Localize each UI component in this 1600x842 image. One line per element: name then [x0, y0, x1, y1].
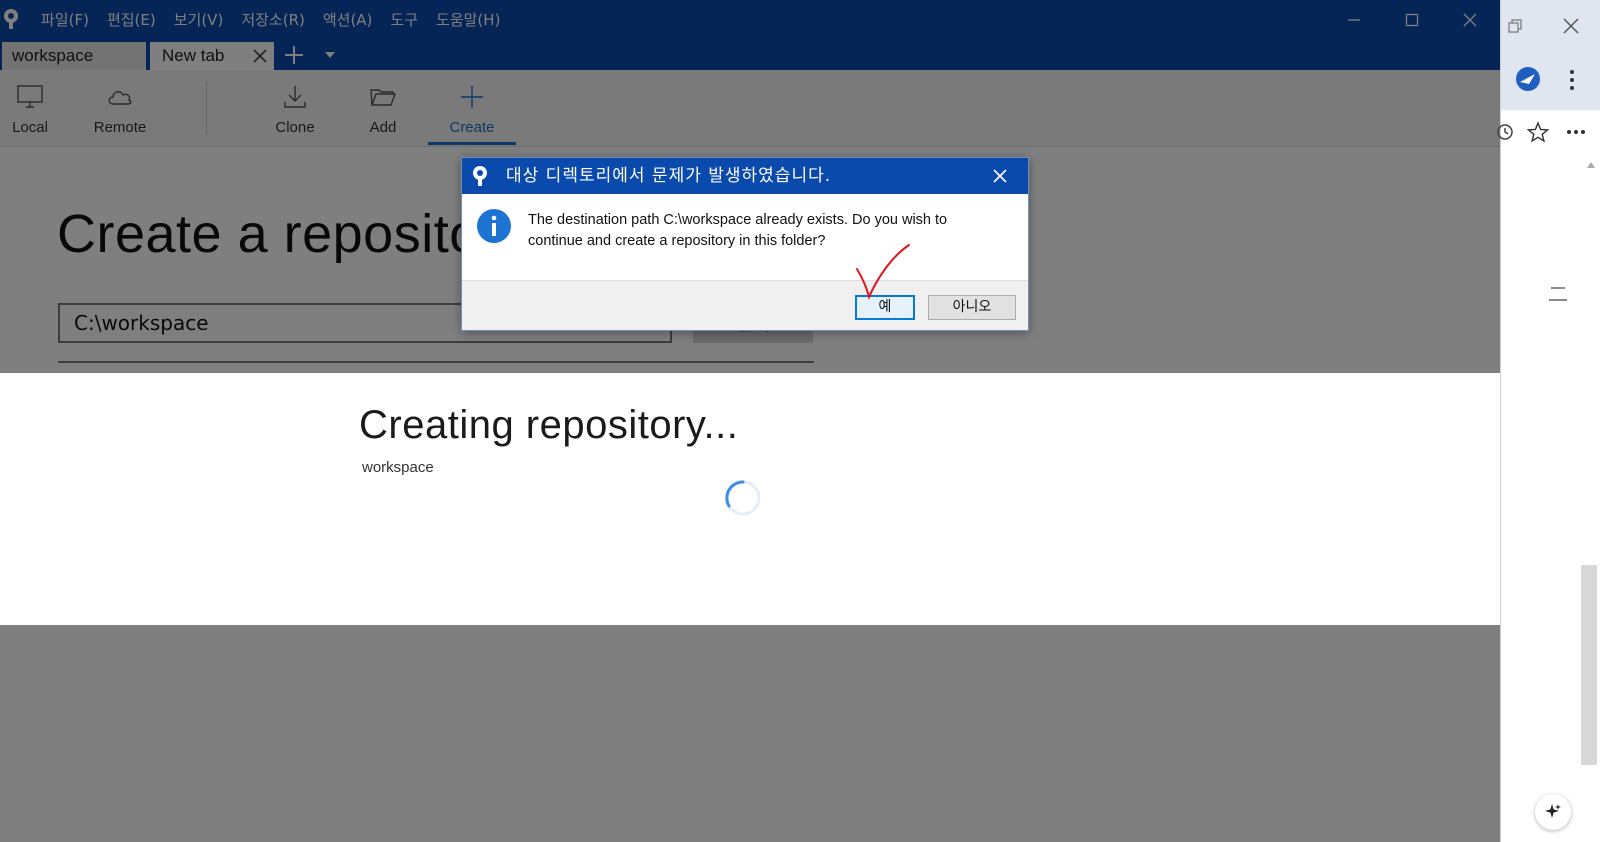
browser-close-icon[interactable]	[1561, 16, 1581, 36]
info-icon	[477, 209, 511, 243]
sparkle-button[interactable]	[1535, 794, 1571, 830]
history-icon[interactable]	[1495, 122, 1515, 142]
dialog-title-bar: 대상 디렉토리에서 문제가 발생하였습니다.	[462, 158, 1028, 194]
lines-icon	[1549, 287, 1567, 301]
yes-button[interactable]: 예	[855, 295, 915, 320]
app-logo-icon	[473, 166, 487, 186]
more-vert-icon[interactable]	[1569, 68, 1575, 92]
loading-spinner-icon	[725, 480, 761, 516]
sparkle-icon	[1545, 804, 1561, 818]
no-button[interactable]: 아니오	[928, 295, 1016, 320]
progress-title: Creating repository...	[359, 403, 739, 447]
progress-panel: Creating repository... workspace	[0, 373, 1500, 625]
progress-subtitle: workspace	[362, 459, 434, 476]
modal-backdrop	[0, 625, 1500, 842]
close-icon	[993, 169, 1007, 183]
dialog-close-button[interactable]	[986, 162, 1014, 190]
scrollbar-thumb[interactable]	[1581, 565, 1597, 765]
restore-icon[interactable]	[1507, 18, 1523, 34]
dialog-message: The destination path C:\workspace alread…	[528, 212, 948, 249]
confirm-dialog: 대상 디렉토리에서 문제가 발생하였습니다. The destination p…	[461, 157, 1029, 331]
browser-toolbar-area	[1501, 0, 1600, 110]
dialog-title: 대상 디렉토리에서 문제가 발생하였습니다.	[506, 166, 832, 186]
sourcetree-window: 파일(F) 편집(E) 보기(V) 저장소(R) 액션(A) 도구 도움말(H)…	[0, 0, 1500, 842]
more-horiz-icon[interactable]	[1565, 128, 1587, 136]
dialog-footer: 예 아니오	[462, 280, 1028, 330]
browser-window-edge	[1497, 0, 1600, 842]
profile-avatar-icon[interactable]	[1515, 66, 1541, 92]
dialog-body: The destination path C:\workspace alread…	[462, 194, 1028, 280]
star-icon[interactable]	[1527, 121, 1549, 143]
